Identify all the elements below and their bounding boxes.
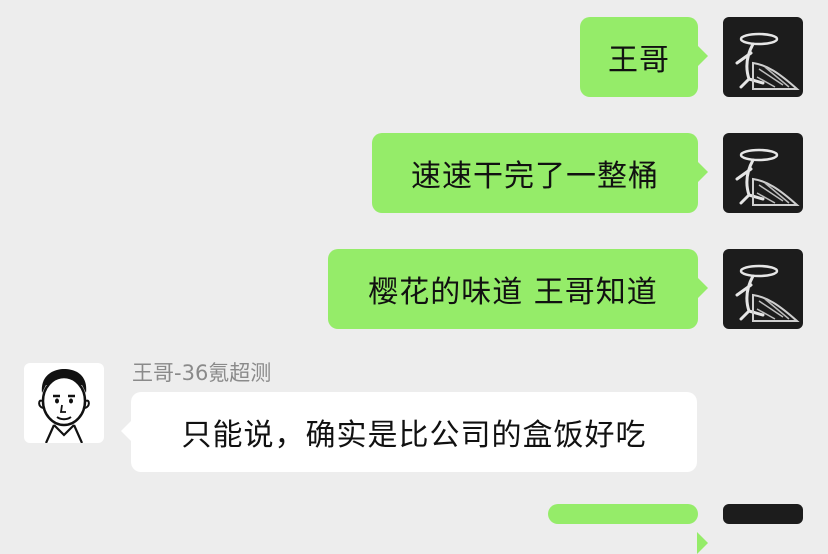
self-avatar[interactable] (723, 249, 803, 329)
message-bubble-incoming[interactable]: 只能说，确实是比公司的盒饭好吃 (121, 392, 697, 472)
sketch-figure-icon (735, 264, 800, 322)
self-avatar[interactable] (723, 17, 803, 97)
sketch-figure-icon (735, 148, 800, 206)
message-text: 王哥 (608, 43, 670, 78)
cartoon-face-icon (38, 369, 90, 443)
message-text: 速速干完了一整桶 (411, 159, 659, 194)
self-avatar[interactable] (723, 133, 803, 213)
message-bubble-outgoing-partial[interactable] (548, 504, 708, 554)
sender-name: 王哥-36氪超测 (132, 361, 272, 385)
contact-avatar[interactable] (24, 363, 104, 443)
message-bubble-outgoing[interactable]: 樱花的味道 王哥知道 (328, 249, 708, 329)
message-text: 樱花的味道 王哥知道 (368, 275, 658, 310)
message-bubble-outgoing[interactable]: 速速干完了一整桶 (372, 133, 708, 213)
message-bubble-outgoing[interactable]: 王哥 (580, 17, 708, 97)
sketch-figure-icon (735, 32, 800, 90)
self-avatar-partial[interactable] (723, 504, 803, 524)
message-text: 只能说，确实是比公司的盒饭好吃 (181, 418, 647, 453)
